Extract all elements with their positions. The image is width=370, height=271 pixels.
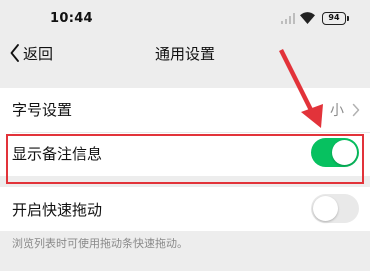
quick-drag-toggle[interactable]: [311, 194, 359, 223]
show-remark-toggle[interactable]: [311, 138, 359, 167]
show-remark-row: 显示备注信息: [0, 132, 370, 176]
status-bar: 10:44 94: [0, 0, 370, 36]
font-size-value: 小: [330, 103, 344, 119]
chevron-right-icon: [352, 103, 360, 117]
signal-icon: [281, 13, 295, 24]
nav-bar: 返回 通用设置: [0, 36, 370, 70]
show-remark-label: 显示备注信息: [12, 145, 103, 163]
quick-drag-label: 开启快速拖动: [12, 201, 103, 219]
toggle-knob: [313, 196, 338, 221]
toggle-knob: [332, 140, 357, 165]
quick-drag-hint: 浏览列表时可使用拖动条快速拖动。: [12, 237, 188, 250]
wifi-icon: [300, 12, 315, 24]
settings-screen: 10:44 94 返回 通用设置 字号设置 小 显示备注信息 开启快速拖动 浏览…: [0, 0, 370, 271]
status-time: 10:44: [50, 11, 93, 26]
quick-drag-row: 开启快速拖动: [0, 187, 370, 231]
row-divider: [12, 132, 370, 133]
font-size-label: 字号设置: [12, 101, 73, 119]
battery-level: 94: [328, 13, 340, 22]
font-size-row[interactable]: 字号设置 小: [0, 88, 370, 132]
battery-cap: [347, 16, 349, 21]
page-title: 通用设置: [154, 45, 215, 63]
battery-icon: 94: [322, 12, 346, 25]
